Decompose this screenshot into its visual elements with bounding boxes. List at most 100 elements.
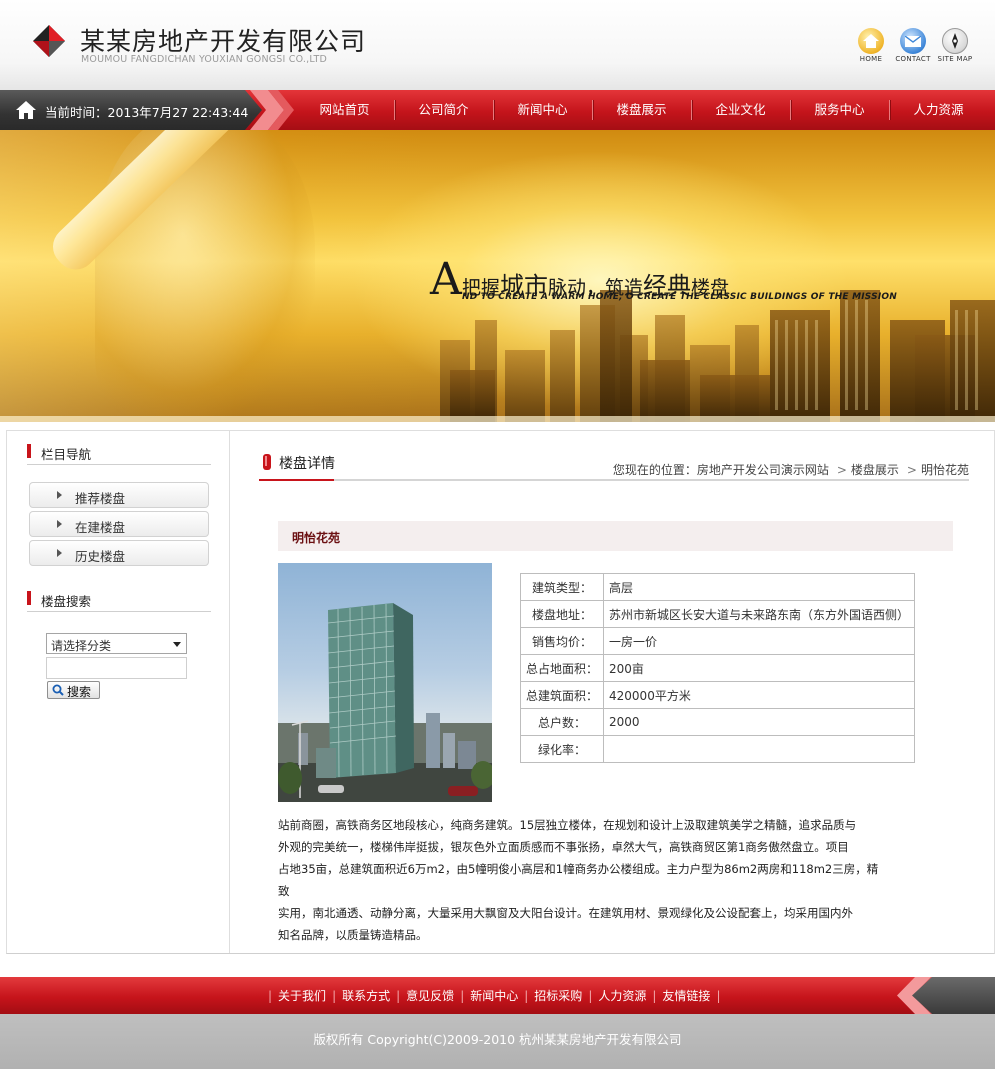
footer-link-friends[interactable]: 友情链接 [662, 987, 710, 1004]
detail-value [603, 735, 916, 763]
nav-menu: 网站首页 公司简介 新闻中心 楼盘展示 企业文化 服务中心 人力资源 [295, 90, 988, 130]
detail-value: 苏州市新城区长安大道与未来路东南（东方外国语西侧） [603, 600, 916, 628]
sidebar-item-label: 在建楼盘 [75, 520, 126, 535]
detail-key: 绿化率： [519, 735, 605, 763]
property-name: 明怡花苑 [292, 531, 341, 545]
detail-key: 建筑类型： [519, 573, 605, 601]
sidebar-item-label: 推荐楼盘 [75, 491, 126, 506]
breadcrumb-prefix: 您现在的位置： [612, 463, 697, 477]
table-row: 销售均价： 一房一价 [519, 627, 916, 655]
nav-item-properties[interactable]: 楼盘展示 [592, 90, 691, 130]
detail-value: 高层 [603, 573, 916, 601]
quick-link-label: CONTACT [895, 55, 931, 63]
footer-separator: | [588, 988, 593, 1003]
footer-link-procurement[interactable]: 招标采购 [534, 987, 582, 1004]
section-header: 楼盘详情 您现在的位置：房地产开发公司演示网站 > 楼盘展示 > 明怡花苑 [259, 431, 969, 481]
heading-marker [27, 444, 31, 458]
heading-marker [27, 591, 31, 605]
breadcrumb-link-home[interactable]: 房地产开发公司演示网站 [697, 463, 829, 477]
breadcrumb-current: 明怡花苑 [920, 463, 969, 477]
footer-separator: | [460, 988, 465, 1003]
nav-item-culture[interactable]: 企业文化 [691, 90, 790, 130]
arrow-right-icon [57, 520, 62, 528]
footer-separator: | [268, 988, 273, 1003]
footer-link-about[interactable]: 关于我们 [278, 987, 326, 1004]
sidebar-search-heading: 楼盘搜索 [27, 580, 211, 612]
sidebar-nav-title: 栏目导航 [41, 447, 92, 462]
footer-separator: | [652, 988, 657, 1003]
search-button[interactable]: 搜索 [47, 681, 100, 699]
home-icon [16, 101, 36, 119]
footer-link-news[interactable]: 新闻中心 [470, 987, 518, 1004]
description-line: 知名品牌，以质量铸造精品。 [278, 928, 428, 942]
content-area: 栏目导航 推荐楼盘 在建楼盘 历史楼盘 楼盘搜索 请选择分类 搜索 楼盘详情 您… [6, 430, 995, 954]
copyright: 版权所有 Copyright(C)2009-2010 杭州某某房地产开发有限公司 [0, 1014, 995, 1069]
sidebar-item-under-construction[interactable]: 在建楼盘 [29, 511, 209, 537]
site-header: 某某房地产开发有限公司 MOUMOU FANGDICHAN YOUXIAN GO… [0, 0, 995, 90]
description-line: 实用，南北通透、动静分离，大量采用大飘窗及大阳台设计。在建筑用材、景观绿化及公设… [278, 906, 853, 920]
description-line: 占地35亩，总建筑面积近6万m2，由5幢明俊小高层和1幢商务办公楼组成。主力户型… [278, 862, 879, 898]
footer-links: | 关于我们 | 联系方式 | 意见反馈 | 新闻中心 | 招标采购 | 人力资… [262, 977, 726, 1014]
footer-nav: | 关于我们 | 联系方式 | 意见反馈 | 新闻中心 | 招标采购 | 人力资… [0, 977, 995, 1014]
section-header-underline [259, 479, 334, 481]
quick-link-label: HOME [859, 55, 883, 63]
time-display: 当前时间：2013年7月27 22:43:44 [0, 90, 262, 130]
breadcrumb-link-properties[interactable]: 楼盘展示 [851, 463, 899, 477]
property-details-table: 建筑类型： 高层 楼盘地址： 苏州市新城区长安大道与未来路东南（东方外国语西侧） 销… [519, 573, 916, 763]
section-title: 楼盘详情 [279, 456, 335, 472]
detail-key: 总户数： [519, 708, 605, 736]
detail-key: 总占地面积： [519, 654, 605, 682]
home-icon [858, 28, 884, 54]
breadcrumb: 您现在的位置：房地产开发公司演示网站 > 楼盘展示 > 明怡花苑 [613, 461, 969, 478]
table-row: 总占地面积： 200亩 [519, 654, 916, 682]
table-row: 楼盘地址： 苏州市新城区长安大道与未来路东南（东方外国语西侧） [519, 600, 916, 628]
footer-separator: | [396, 988, 401, 1003]
main-nav: 当前时间：2013年7月27 22:43:44 网站首页 公司简介 新闻中心 楼… [0, 90, 995, 130]
nav-item-news[interactable]: 新闻中心 [493, 90, 592, 130]
table-row: 绿化率： [519, 735, 916, 763]
footer-link-contact[interactable]: 联系方式 [342, 987, 390, 1004]
envelope-icon [900, 28, 926, 54]
sidebar-item-label: 历史楼盘 [75, 549, 126, 564]
footer-link-hr[interactable]: 人力资源 [598, 987, 646, 1004]
detail-value: 一房一价 [603, 627, 916, 655]
footer-separator: | [524, 988, 529, 1003]
nav-item-about[interactable]: 公司简介 [394, 90, 493, 130]
company-name: 某某房地产开发有限公司 [80, 27, 367, 56]
quick-link-label: SITE MAP [937, 55, 973, 63]
nav-item-hr[interactable]: 人力资源 [889, 90, 988, 130]
search-icon [52, 684, 64, 696]
quick-link-contact[interactable]: CONTACT [893, 28, 933, 63]
category-select-value: 请选择分类 [51, 639, 112, 653]
nav-item-home[interactable]: 网站首页 [295, 90, 394, 130]
sidebar-nav-heading: 栏目导航 [27, 433, 211, 465]
slogan-english: ND TO CREATE A WARM HOME, O CREATE THE C… [462, 292, 897, 302]
logo-diamond-icon [33, 25, 65, 57]
category-select[interactable]: 请选择分类 [46, 633, 187, 654]
sidebar-item-recommended[interactable]: 推荐楼盘 [29, 482, 209, 508]
nav-item-service[interactable]: 服务中心 [790, 90, 889, 130]
detail-value: 2000 [603, 708, 916, 736]
chevron-down-icon [173, 642, 181, 647]
detail-key: 楼盘地址： [519, 600, 605, 628]
footer-separator: | [332, 988, 337, 1003]
detail-value: 200亩 [603, 654, 916, 682]
sidebar-item-history[interactable]: 历史楼盘 [29, 540, 209, 566]
search-input[interactable] [46, 657, 187, 679]
detail-value: 420000平方米 [603, 681, 916, 709]
quick-link-sitemap[interactable]: SITE MAP [935, 28, 975, 63]
quick-link-home[interactable]: HOME [851, 28, 891, 63]
sitemap-icon [942, 28, 968, 54]
breadcrumb-separator: > [836, 463, 847, 477]
breadcrumb-separator: > [906, 463, 917, 477]
footer-link-feedback[interactable]: 意见反馈 [406, 987, 454, 1004]
sidebar: 栏目导航 推荐楼盘 在建楼盘 历史楼盘 楼盘搜索 请选择分类 搜索 [7, 431, 230, 953]
search-button-label: 搜索 [67, 685, 92, 699]
description-line: 外观的完美统一，楼梯伟岸挺拔，银灰色外立面质感而不事张扬，卓然大气，高铁商贸区第… [278, 840, 849, 854]
slogan-initial: A [430, 254, 462, 305]
property-description: 站前商圈，高铁商务区地段核心，纯商务建筑。15层独立楼体，在规划和设计上汲取建筑… [278, 814, 888, 946]
property-photo [278, 563, 492, 802]
section-marker-icon [263, 454, 271, 470]
sidebar-search-title: 楼盘搜索 [41, 594, 92, 609]
description-line: 站前商圈，高铁商务区地段核心，纯商务建筑。15层独立楼体，在规划和设计上汲取建筑… [278, 818, 857, 832]
